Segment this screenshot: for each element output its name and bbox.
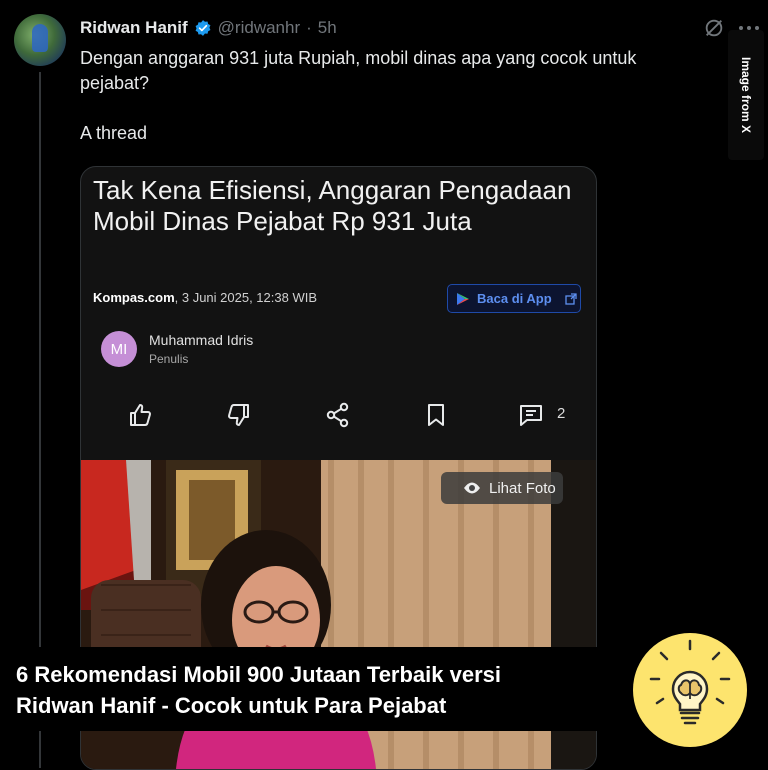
grok-icon[interactable]: [703, 17, 725, 39]
image-from-x-label: Image from X: [728, 30, 764, 160]
like-button[interactable]: [126, 401, 154, 429]
dislike-button[interactable]: [225, 401, 253, 429]
timestamp[interactable]: 5h: [318, 18, 337, 38]
comment-icon: [520, 405, 542, 426]
display-name[interactable]: Ridwan Hanif: [80, 18, 188, 38]
logo-badge: [633, 633, 747, 747]
thumbs-up-icon: [130, 404, 151, 426]
comment-count: 2: [557, 405, 566, 422]
author-role: Penulis: [149, 352, 189, 366]
tweet-text-line-1: Dengan anggaran 931 juta Rupiah, mobil d…: [80, 48, 637, 68]
author-name[interactable]: Muhammad Idris: [149, 332, 253, 348]
tweet-text-line-2: pejabat?: [80, 73, 150, 93]
view-photo-button[interactable]: Lihat Foto: [441, 472, 563, 504]
read-in-app-label: Baca di App: [477, 291, 552, 306]
comment-button[interactable]: [517, 401, 545, 429]
article-meta: Kompas.com, 3 Juni 2025, 12:38 WIB: [93, 290, 317, 305]
author-avatar[interactable]: MI: [101, 331, 137, 367]
article-date: , 3 Juni 2025, 12:38 WIB: [174, 290, 318, 305]
user-handle[interactable]: @ridwanhr: [218, 18, 300, 38]
separator-dot: ·: [306, 18, 312, 37]
eye-icon: [464, 482, 480, 494]
bookmark-icon: [428, 404, 444, 426]
verified-badge-icon: [195, 20, 211, 36]
tweet-text: Dengan anggaran 931 juta Rupiah, mobil d…: [80, 46, 720, 146]
share-button[interactable]: [324, 401, 352, 429]
headline-text: 6 Rekomendasi Mobil 900 Jutaan Terbaik v…: [16, 659, 616, 721]
share-icon: [326, 402, 349, 428]
user-avatar[interactable]: [14, 14, 66, 66]
headline-line-1: 6 Rekomendasi Mobil 900 Jutaan Terbaik v…: [16, 662, 502, 687]
thumbs-down-icon: [228, 404, 249, 426]
tweet-text-line-3: A thread: [80, 123, 148, 143]
play-store-icon: [457, 292, 469, 305]
image-from-x-text: Image from X: [739, 56, 753, 134]
read-in-app-button[interactable]: Baca di App: [447, 284, 581, 313]
view-photo-label: Lihat Foto: [489, 479, 556, 497]
tweet-header: Ridwan Hanif @ridwanhr · 5h: [80, 16, 337, 40]
article-source: Kompas.com: [93, 290, 175, 305]
headline-line-2: Ridwan Hanif - Cocok untuk Para Pejabat: [16, 693, 447, 718]
article-title[interactable]: Tak Kena Efisiensi, Anggaran Pengadaan M…: [93, 175, 583, 237]
lightbulb-brain-icon: [649, 639, 731, 725]
bookmark-button[interactable]: [422, 401, 450, 429]
external-link-icon: [565, 292, 577, 305]
